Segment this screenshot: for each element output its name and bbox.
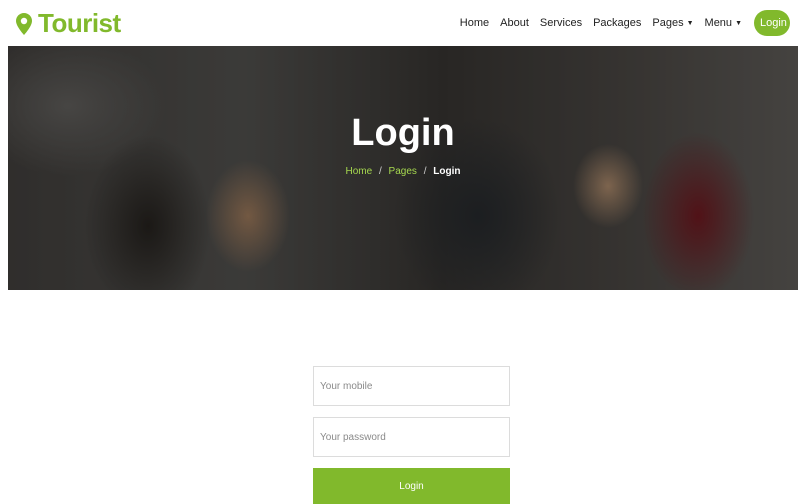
breadcrumb-separator: / [423,166,427,177]
nav-login-button[interactable]: Login [754,10,790,36]
password-input[interactable] [313,417,510,457]
login-form: Login [313,366,510,504]
nav-menu-dropdown[interactable]: Menu ▼ [705,17,742,29]
nav-services[interactable]: Services [540,17,582,29]
caret-down-icon: ▼ [735,19,742,27]
brand-name: Tourist [38,8,121,38]
breadcrumb-separator: / [378,166,382,177]
caret-down-icon: ▼ [686,19,694,27]
nav-menu-label: Menu [704,17,733,29]
login-submit-button[interactable]: Login [313,468,510,504]
brand-logo[interactable]: Tourist [16,8,121,39]
hero-banner: Login Home / Pages / Login [8,46,798,290]
nav-pages-label: Pages [652,17,684,29]
navbar: Tourist Home About Services Packages Pag… [0,0,798,46]
breadcrumb-current: Login [433,166,461,177]
mobile-input[interactable] [313,366,510,406]
nav-pages-dropdown[interactable]: Pages ▼ [652,17,693,29]
page-title: Login [351,112,455,154]
nav-packages[interactable]: Packages [593,17,641,29]
breadcrumb-pages[interactable]: Pages [389,166,417,177]
nav-about[interactable]: About [500,17,529,29]
map-pin-icon [16,12,32,35]
breadcrumb-home[interactable]: Home [346,166,373,177]
nav-home[interactable]: Home [460,17,489,29]
breadcrumb: Home / Pages / Login [8,166,798,177]
nav-menu: Home About Services Packages Pages ▼ Men… [449,0,790,46]
